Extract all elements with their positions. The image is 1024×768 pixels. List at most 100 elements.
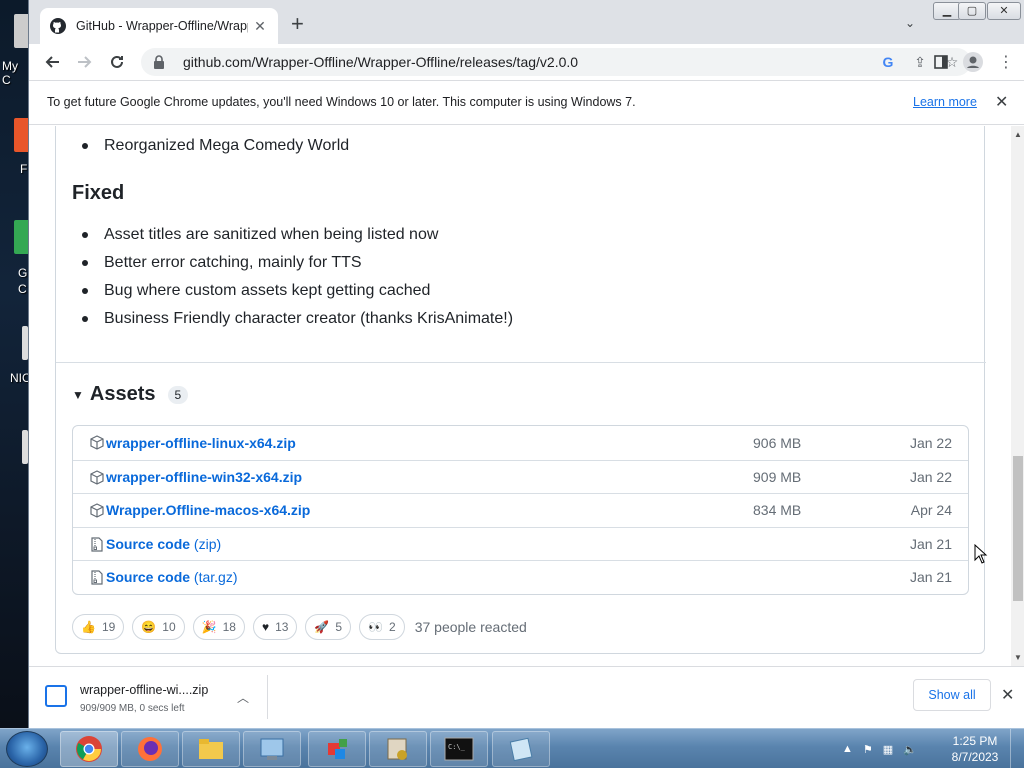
- asset-link[interactable]: Source code (zip): [106, 536, 221, 552]
- learn-more-link[interactable]: Learn more: [913, 95, 977, 109]
- asset-date: Jan 21: [909, 535, 952, 552]
- action-center-icon[interactable]: ⚑: [863, 743, 873, 756]
- forward-button[interactable]: [75, 52, 95, 72]
- caret-down-icon[interactable]: ▼: [72, 388, 84, 402]
- show-hidden-icons[interactable]: ▲: [842, 743, 853, 755]
- firefox-desktop-icon[interactable]: [14, 118, 28, 152]
- side-panel-button[interactable]: [931, 52, 951, 72]
- eyes-icon: 👀: [368, 620, 384, 634]
- list-item: Asset titles are sanitized when being li…: [77, 221, 513, 249]
- hooray-icon: 🎉: [201, 620, 217, 634]
- network-icon[interactable]: ▦: [883, 743, 893, 756]
- package-icon: [90, 469, 104, 485]
- share-icon[interactable]: ⇪: [911, 53, 929, 71]
- mouse-cursor-icon: [974, 544, 988, 564]
- firefox-icon: [138, 737, 162, 761]
- laugh-icon: 😄: [141, 620, 157, 634]
- desktop-label: NIC: [10, 371, 28, 385]
- asset-row: wrapper-offline-linux-x64.zip 906 MB Jan…: [73, 426, 968, 460]
- close-icon[interactable]: ✕: [252, 18, 268, 35]
- desktop-label: G: [18, 266, 28, 280]
- asset-date: Apr 24: [910, 502, 952, 519]
- chrome-icon: [76, 736, 102, 762]
- show-all-button[interactable]: Show all: [913, 679, 991, 711]
- asset-size: 906 MB: [753, 434, 802, 451]
- fixed-heading: Fixed: [72, 182, 125, 204]
- asset-link[interactable]: Wrapper.Offline-macos-x64.zip: [106, 502, 310, 518]
- list-item: Bug where custom assets kept getting cac…: [77, 277, 513, 305]
- reaction-thumbs-up[interactable]: 👍 19: [72, 614, 125, 640]
- asset-link[interactable]: wrapper-offline-linux-x64.zip: [106, 435, 296, 451]
- taskbar-firefox[interactable]: [121, 731, 179, 767]
- scroll-down-icon[interactable]: ▼: [1014, 653, 1022, 662]
- rocket-icon: 🚀: [314, 620, 330, 634]
- desktop-label: C: [18, 282, 27, 296]
- clock-time: 1:25 PM: [952, 734, 998, 748]
- download-filename: wrapper-offline-wi....zip: [80, 683, 209, 697]
- scrollbar-thumb[interactable]: [1013, 456, 1023, 601]
- thumbs-up-icon: 👍: [81, 620, 96, 634]
- taskbar-app[interactable]: [308, 731, 366, 767]
- chrome-desktop-icon[interactable]: [14, 220, 28, 254]
- profile-button[interactable]: [963, 52, 983, 72]
- update-infobar: To get future Google Chrome updates, you…: [29, 80, 1024, 125]
- show-desktop-button[interactable]: [1010, 729, 1024, 768]
- side-panel-icon: [934, 55, 948, 69]
- tab-github[interactable]: GitHub - Wrapper-Offline/Wrapper-Offline…: [40, 8, 278, 44]
- system-tray: ▲ ⚑ ▦ 🔈: [842, 729, 917, 768]
- computer-icon[interactable]: [14, 14, 28, 48]
- asset-size: 834 MB: [753, 502, 802, 519]
- desktop-background: My C F G C NIC: [0, 0, 28, 730]
- list-item: Business Friendly character creator (tha…: [77, 305, 513, 333]
- address-bar[interactable]: github.com/Wrapper-Offline/Wrapper-Offli…: [141, 48, 971, 76]
- page-viewport: Reorganized Mega Comedy World Fixed Asse…: [29, 126, 1011, 666]
- back-button[interactable]: [42, 52, 62, 72]
- taskbar-explorer[interactable]: [182, 731, 240, 767]
- close-icon[interactable]: ✕: [995, 92, 1008, 112]
- page-scrollbar[interactable]: ▲ ▼: [1011, 126, 1024, 666]
- reaction-hooray[interactable]: 🎉 18: [192, 614, 245, 640]
- reload-button[interactable]: [107, 52, 127, 72]
- installer-icon: [387, 738, 407, 760]
- taskbar-control-panel[interactable]: [243, 731, 301, 767]
- new-tab-button[interactable]: +: [291, 13, 304, 35]
- close-window-button[interactable]: ✕: [987, 2, 1021, 20]
- scroll-up-icon[interactable]: ▲: [1014, 130, 1022, 139]
- browser-toolbar: github.com/Wrapper-Offline/Wrapper-Offli…: [29, 44, 1024, 80]
- url-text[interactable]: github.com/Wrapper-Offline/Wrapper-Offli…: [183, 54, 578, 70]
- maximize-button[interactable]: ▢: [958, 2, 986, 20]
- chevron-down-icon[interactable]: ⌄: [905, 16, 915, 30]
- taskbar-chrome[interactable]: [60, 731, 118, 767]
- asset-link[interactable]: Source code (tar.gz): [106, 569, 238, 585]
- asset-date: Jan 22: [909, 468, 952, 485]
- lock-icon[interactable]: [153, 55, 165, 69]
- reaction-summary: 37 people reacted: [414, 619, 527, 635]
- start-button[interactable]: [6, 731, 48, 767]
- google-translate-icon[interactable]: G: [879, 53, 897, 71]
- close-icon[interactable]: ✕: [1001, 685, 1014, 705]
- download-item[interactable]: wrapper-offline-wi....zip 909/909 MB, 0 …: [45, 683, 265, 717]
- reaction-heart[interactable]: ♥ 13: [252, 614, 298, 640]
- chevron-up-icon[interactable]: ︿: [237, 689, 249, 706]
- volume-icon[interactable]: 🔈: [903, 743, 917, 756]
- reaction-laugh[interactable]: 😄 10: [132, 614, 185, 640]
- forward-arrow-icon: [78, 56, 92, 68]
- reaction-eyes[interactable]: 👀 2: [359, 614, 405, 640]
- list-item: Reorganized Mega Comedy World: [77, 132, 349, 160]
- reaction-rocket[interactable]: 🚀 5: [305, 614, 352, 640]
- taskbar-clock[interactable]: 1:25 PM 8/7/2023: [948, 733, 1002, 765]
- taskbar-installer[interactable]: [369, 731, 427, 767]
- terminal-icon: C:\_: [444, 737, 474, 761]
- assets-header[interactable]: ▼ Assets 5: [72, 383, 189, 406]
- minimize-button[interactable]: ▁: [933, 2, 961, 20]
- taskbar-notepad[interactable]: [492, 731, 550, 767]
- desktop-label: F: [20, 162, 28, 176]
- taskbar-cmd[interactable]: C:\_: [430, 731, 488, 767]
- asset-row: wrapper-offline-win32-x64.zip 909 MB Jan…: [73, 459, 968, 494]
- asset-row: Source code (tar.gz) Jan 21: [73, 560, 968, 594]
- reload-icon: [111, 55, 123, 68]
- menu-button[interactable]: ⋮: [996, 52, 1016, 72]
- assets-table: wrapper-offline-linux-x64.zip 906 MB Jan…: [72, 425, 969, 595]
- profile-avatar-icon: [963, 52, 983, 72]
- asset-link[interactable]: wrapper-offline-win32-x64.zip: [106, 469, 302, 485]
